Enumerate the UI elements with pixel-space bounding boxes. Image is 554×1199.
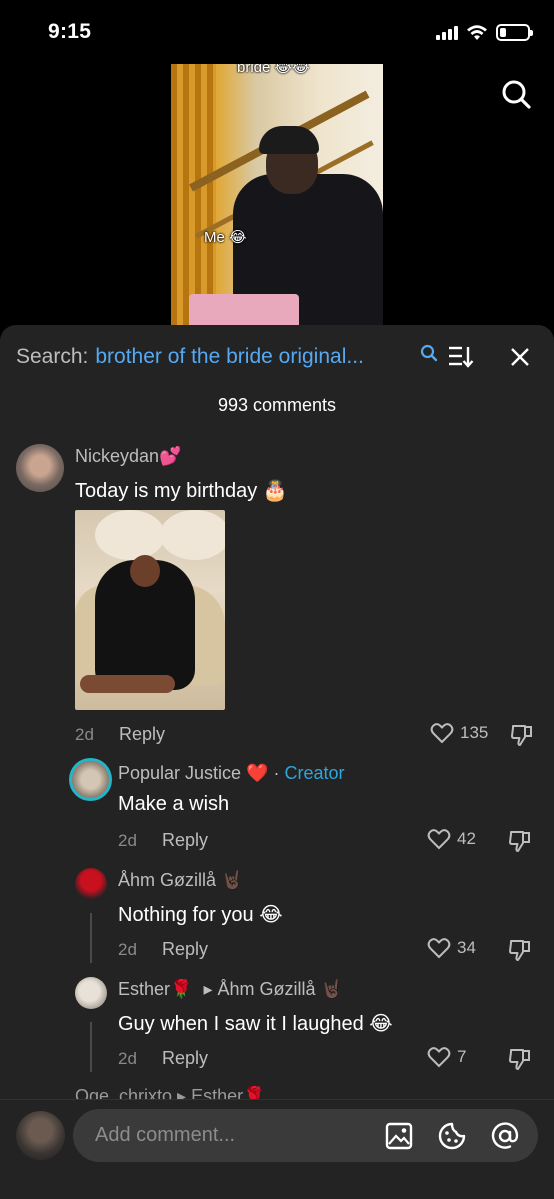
- heart-icon: [427, 1047, 451, 1068]
- image-icon[interactable]: [384, 1121, 414, 1151]
- reply-text: Make a wish: [118, 793, 230, 815]
- status-time: 9:15: [48, 20, 92, 43]
- comments-sheet: Search: brother of the bride original...…: [0, 325, 554, 1199]
- reply-to-user[interactable]: ▸ Åhm Gøzillå 🤘🏿: [203, 979, 342, 999]
- status-bar: 9:15: [0, 0, 554, 62]
- thread-line: [90, 1022, 92, 1072]
- signal-icon: [436, 25, 458, 40]
- partial-reply-text: Oge_chrixto ▸ Esther🌹: [75, 1086, 266, 1099]
- comment-photo[interactable]: [75, 510, 225, 710]
- like-count: 34: [457, 938, 476, 957]
- close-icon[interactable]: [510, 347, 530, 367]
- battery-icon: [496, 24, 533, 41]
- reply-button[interactable]: Reply: [162, 1048, 208, 1069]
- creator-badge: Creator: [284, 763, 345, 783]
- comment-input-placeholder: Add comment...: [95, 1124, 236, 1146]
- search-prefix: Search:: [16, 345, 89, 368]
- comment-input[interactable]: Add comment...: [73, 1109, 538, 1162]
- heart-icon: [430, 723, 454, 744]
- search-query-link[interactable]: brother of the bride original...: [95, 345, 400, 369]
- heart-icon: [427, 938, 451, 959]
- avatar[interactable]: [16, 444, 64, 492]
- reply-age: 2d: [118, 1049, 137, 1068]
- like-button[interactable]: 7: [427, 1046, 466, 1068]
- emoji-icon[interactable]: [437, 1121, 467, 1151]
- avatar[interactable]: [75, 977, 107, 1009]
- reply-text: Nothing for you 😂: [118, 904, 283, 926]
- like-button[interactable]: 34: [427, 937, 476, 959]
- search-query-icon[interactable]: [420, 344, 438, 362]
- reply-text: Guy when I saw it I laughed 😂: [118, 1013, 393, 1035]
- comment-count: 993 comments: [217, 395, 337, 415]
- comment-composer: Add comment...: [0, 1099, 554, 1199]
- wifi-icon: [467, 24, 487, 40]
- reply-button[interactable]: Reply: [162, 830, 208, 851]
- like-count: 42: [457, 829, 476, 848]
- comment-text: Today is my birthday 🎂: [75, 480, 288, 502]
- status-icons: [436, 24, 533, 41]
- sort-icon[interactable]: [448, 345, 474, 369]
- video-preview[interactable]: bride 😂😂 Me 😂: [171, 64, 383, 326]
- dislike-icon[interactable]: [510, 723, 534, 747]
- video-caption-me: Me 😂: [204, 229, 247, 246]
- partial-reply-header[interactable]: Oge_chrixto ▸ Esther🌹: [75, 1085, 375, 1099]
- reply-age: 2d: [118, 940, 137, 959]
- reply-username[interactable]: Åhm Gøzillå 🤘🏿: [118, 870, 243, 891]
- reply-button[interactable]: Reply: [119, 724, 165, 745]
- comment-username[interactable]: Nickeydan💕: [75, 446, 181, 467]
- search-icon[interactable]: [500, 78, 532, 110]
- reply-username[interactable]: Esther🌹 ▸ Åhm Gøzillå 🤘🏿: [118, 979, 343, 1000]
- like-button[interactable]: 135: [430, 722, 488, 744]
- like-button[interactable]: 42: [427, 828, 476, 850]
- thread-line: [90, 913, 92, 963]
- avatar[interactable]: [75, 868, 107, 900]
- dislike-icon[interactable]: [508, 829, 532, 853]
- video-caption-top: bride 😂😂: [237, 64, 310, 76]
- reply-age: 2d: [118, 831, 137, 850]
- reply-button[interactable]: Reply: [162, 939, 208, 960]
- heart-icon: [427, 829, 451, 850]
- dislike-icon[interactable]: [508, 938, 532, 962]
- dislike-icon[interactable]: [508, 1047, 532, 1071]
- reply-username[interactable]: Popular Justice ❤️ · Creator: [118, 763, 345, 784]
- sheet-header: Search: brother of the bride original...: [16, 339, 538, 375]
- mention-icon[interactable]: [490, 1121, 520, 1151]
- like-count: 7: [457, 1047, 467, 1066]
- like-count: 135: [460, 723, 489, 742]
- my-avatar[interactable]: [16, 1111, 65, 1160]
- comment-age: 2d: [75, 725, 94, 744]
- avatar[interactable]: [69, 758, 112, 801]
